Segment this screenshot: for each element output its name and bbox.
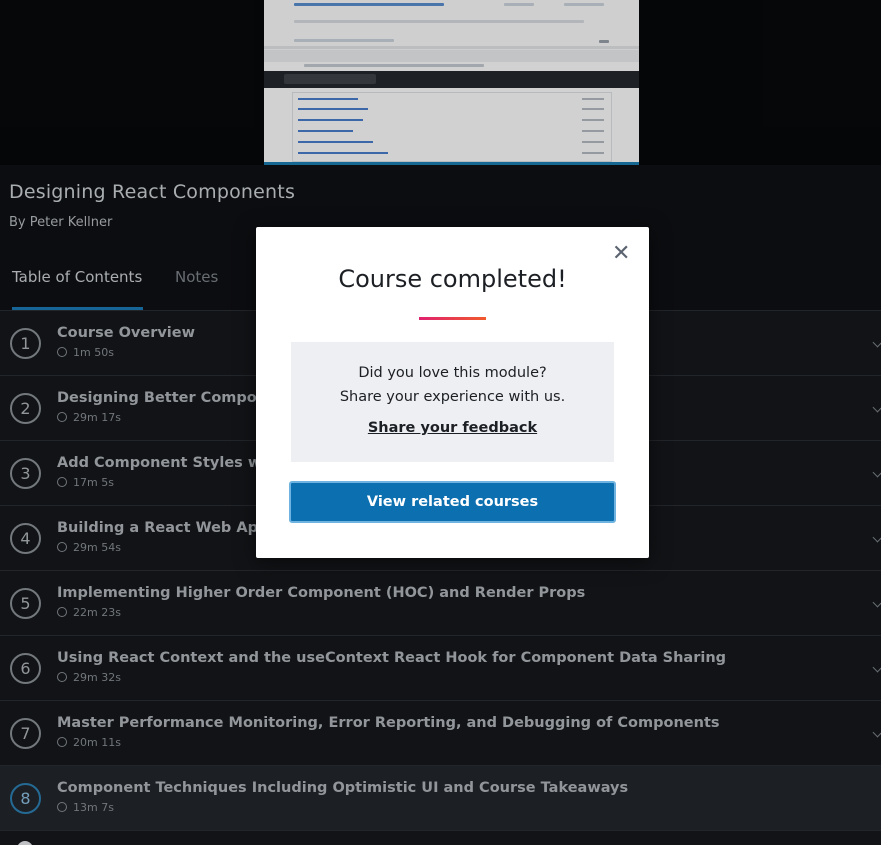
dialog-title: Course completed! [338,265,567,293]
share-feedback-link[interactable]: Share your feedback [291,420,614,436]
accent-divider [419,317,486,320]
course-completed-dialog: ✕ Course completed! Did you love this mo… [256,227,649,558]
feedback-box: Did you love this module? Share your exp… [291,342,614,462]
feedback-question: Did you love this module? [358,365,547,381]
close-icon[interactable]: ✕ [612,243,630,265]
view-related-courses-button[interactable]: View related courses [289,481,616,523]
course-player-page: Designing React Components By Peter Kell… [0,0,881,845]
feedback-prompt: Share your experience with us. [339,389,566,405]
